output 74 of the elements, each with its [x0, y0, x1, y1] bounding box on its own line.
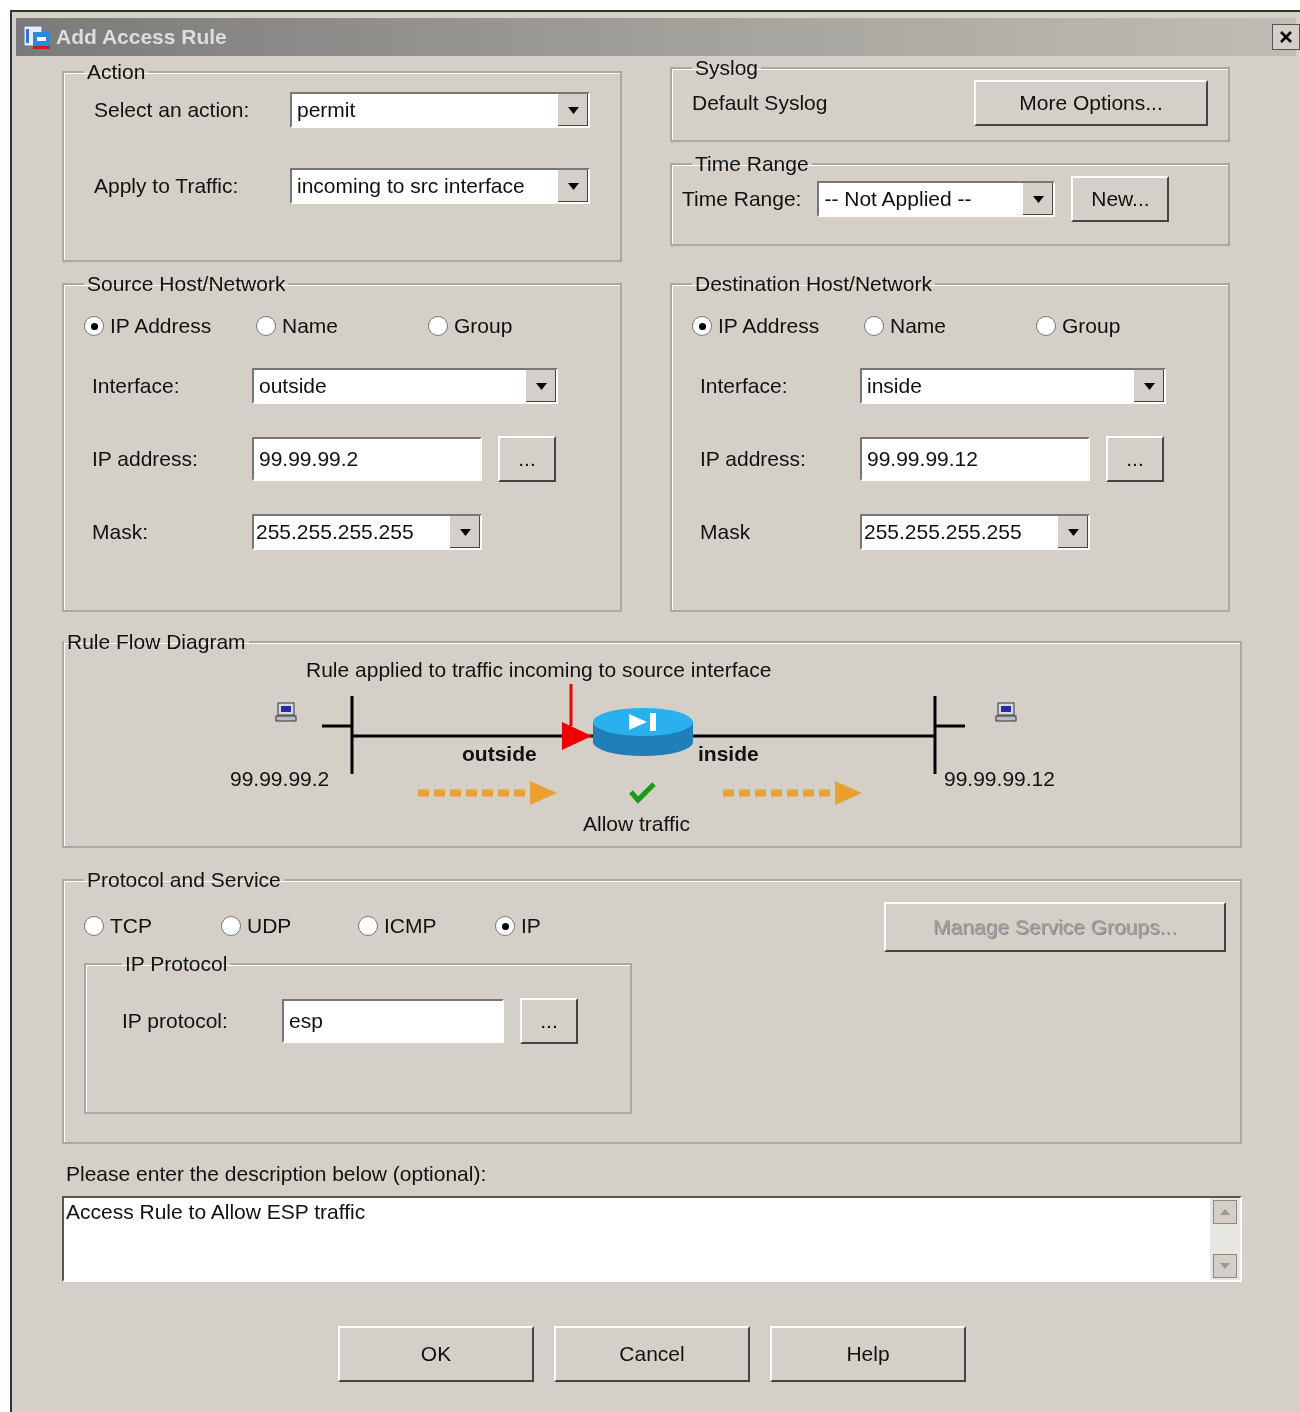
group-title: Source Host/Network — [86, 272, 287, 296]
group-title: Rule Flow Diagram — [66, 630, 247, 654]
caret-icon — [567, 106, 579, 114]
radio-option[interactable]: Group — [428, 314, 600, 338]
router-icon — [593, 708, 693, 756]
field-label: Mask — [699, 520, 752, 544]
browse-button[interactable]: ... — [1106, 436, 1164, 482]
field-label: Mask: — [91, 520, 149, 544]
caret-icon — [1067, 528, 1079, 536]
radio-option[interactable]: IP Address — [84, 314, 256, 338]
field-label: Select an action: — [93, 98, 251, 122]
dropdown[interactable]: -- Not Applied -- — [817, 181, 1056, 217]
radio-option[interactable]: Group — [1036, 314, 1208, 338]
arrow-icon — [562, 684, 592, 750]
dropdown[interactable]: 255.255.255.255 — [252, 514, 482, 550]
radio-option[interactable]: Name — [256, 314, 428, 338]
field-label: IP address: — [91, 447, 199, 471]
browse-button[interactable]: ... — [520, 998, 578, 1044]
computer-icon — [275, 702, 297, 722]
field-label: Interface: — [699, 374, 789, 398]
syslog-label: Default Syslog — [692, 91, 828, 115]
ip-label: 99.99.99.12 — [944, 767, 1055, 791]
description-label: Please enter the description below (optional): — [65, 1162, 488, 1186]
more-options-button[interactable]: More Options... — [974, 80, 1208, 126]
radio-option[interactable]: TCP — [84, 914, 221, 938]
caret-icon — [1143, 382, 1155, 390]
radio-option[interactable]: UDP — [221, 914, 358, 938]
group-title: Syslog — [694, 56, 760, 80]
ip-address-field[interactable]: 99.99.99.12 — [860, 437, 1090, 481]
radio-option[interactable]: IP — [495, 914, 632, 938]
dropdown[interactable]: incoming to src interface — [290, 168, 590, 204]
dialog-button[interactable]: Help — [770, 1326, 966, 1382]
dialog-button[interactable]: Cancel — [554, 1326, 750, 1382]
caret-icon — [459, 528, 471, 536]
description-field[interactable]: Access Rule to Allow ESP traffic — [62, 1196, 1242, 1282]
check-icon — [629, 782, 656, 804]
close-icon — [1278, 29, 1294, 45]
diagram-caption: Rule applied to traffic incoming to source interface — [306, 658, 772, 682]
computer-icon — [995, 702, 1017, 722]
scroll-down-icon — [1213, 1254, 1237, 1278]
group-title: IP Protocol — [124, 952, 229, 976]
close-button[interactable] — [1272, 24, 1300, 50]
caret-icon — [567, 182, 579, 190]
field-label: IP address: — [699, 447, 807, 471]
browse-button[interactable]: ... — [498, 436, 556, 482]
vertical-scrollbar[interactable] — [1210, 1198, 1240, 1280]
radio-option[interactable]: IP Address — [692, 314, 864, 338]
group-title: Time Range — [694, 152, 810, 176]
field-label: IP protocol: — [122, 1009, 229, 1033]
window-title: Add Access Rule — [56, 25, 228, 49]
new-button[interactable]: New... — [1071, 176, 1170, 222]
dropdown[interactable]: 255.255.255.255 — [860, 514, 1090, 550]
caret-icon — [535, 382, 547, 390]
group-title: Protocol and Service — [86, 868, 282, 892]
scroll-up-icon — [1213, 1200, 1237, 1224]
interface-label: outside — [462, 742, 537, 766]
dialog-button[interactable]: OK — [338, 1326, 534, 1382]
field-label: Time Range: — [682, 187, 802, 211]
app-icon — [22, 24, 52, 50]
dropdown[interactable]: inside — [860, 368, 1166, 404]
dropdown[interactable]: outside — [252, 368, 558, 404]
field-label: Interface: — [91, 374, 181, 398]
interface-label: inside — [698, 742, 759, 766]
radio-option[interactable]: Name — [864, 314, 1036, 338]
radio-option[interactable]: ICMP — [358, 914, 495, 938]
group-title: Destination Host/Network — [694, 272, 933, 296]
dropdown[interactable]: permit — [290, 92, 590, 128]
ip-label: 99.99.99.2 — [230, 767, 330, 791]
ip-protocol-field[interactable]: esp — [282, 999, 504, 1043]
field-label: Apply to Traffic: — [93, 174, 240, 198]
caret-icon — [1032, 195, 1044, 203]
ip-address-field[interactable]: 99.99.99.2 — [252, 437, 482, 481]
result-label: Allow traffic — [583, 812, 690, 836]
group-title: Action — [86, 60, 147, 84]
